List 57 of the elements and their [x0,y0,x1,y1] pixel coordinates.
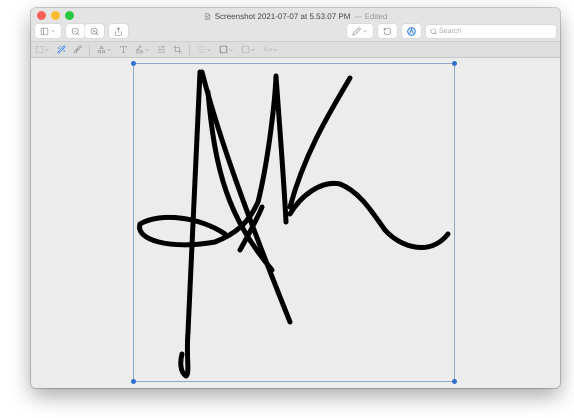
zoom-out-button[interactable] [66,24,85,38]
sliders-icon [157,45,166,54]
document-icon [204,12,211,20]
resize-handle[interactable] [131,61,136,66]
crop-icon [173,45,182,54]
zoom-in-button[interactable] [85,24,104,38]
rotate-button[interactable] [378,24,397,38]
text-style-tool[interactable] [263,45,278,54]
brush-icon [73,45,82,54]
sketch-tool[interactable] [73,45,82,54]
caret-icon [250,46,256,52]
wand-icon [57,45,66,54]
close-button[interactable] [37,11,46,20]
sidebar-button[interactable] [35,24,61,38]
instant-alpha-tool[interactable] [57,45,66,54]
window-title: Screenshot 2021-07-07 at 5.53.07 PM [214,12,350,20]
shapes-tool[interactable] [97,45,112,54]
zoom-out-icon [71,26,80,36]
signature-icon [135,45,144,54]
border-color-tool[interactable] [219,45,234,54]
resize-handle[interactable] [131,379,136,384]
zoom-button[interactable] [65,11,74,20]
edited-status: — Edited [354,12,388,20]
caret-icon [362,28,368,34]
pen-icon [352,26,361,36]
resize-handle[interactable] [452,379,457,384]
text-style-icon [263,45,272,54]
rotate-icon [383,26,392,36]
caret-icon [228,46,234,52]
share-icon [114,26,123,36]
selection-icon [35,45,44,54]
search-icon [430,28,437,34]
caret-icon [272,46,278,52]
shapes-icon [97,45,106,54]
markup-button[interactable] [402,24,421,38]
resize-handle[interactable] [452,61,457,66]
caret-icon [44,46,50,52]
adjust-color-tool[interactable] [157,45,166,54]
lines-icon [197,45,206,54]
square-icon [241,45,250,54]
zoom-in-icon [90,26,99,36]
fill-color-tool[interactable] [241,45,256,54]
caret-icon [206,46,212,52]
shape-style-tool[interactable] [197,45,212,54]
caret-icon [50,28,56,34]
selection-tool[interactable] [35,45,50,54]
highlight-button[interactable] [347,24,373,38]
text-tool[interactable] [119,45,128,54]
sidebar-icon [40,26,49,36]
text-icon [119,45,128,54]
adjust-size-tool[interactable] [173,45,182,54]
share-button[interactable] [109,24,128,38]
markup-icon [407,26,416,36]
sign-tool[interactable] [135,45,150,54]
square-icon [219,45,228,54]
caret-icon [106,46,112,52]
caret-icon [144,46,150,52]
